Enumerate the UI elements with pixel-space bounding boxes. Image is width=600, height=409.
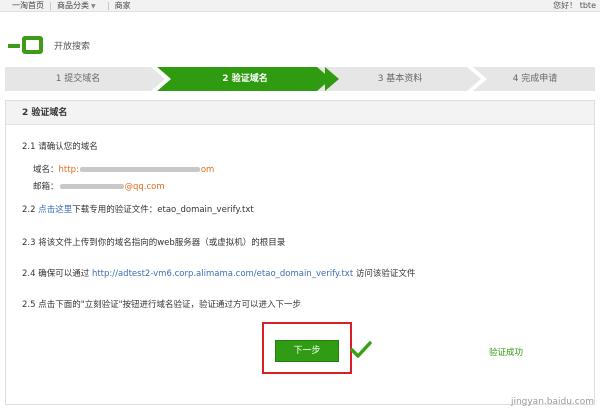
domain-label: 域名： (33, 165, 59, 175)
email-label: 邮箱： (33, 182, 59, 192)
nav-merchant-link[interactable]: 商家 (109, 0, 137, 12)
step-2-1-text: 2.1 请确认您的域名 (22, 142, 98, 152)
email-row: 邮箱： @qq.com (33, 180, 165, 192)
download-here-link[interactable]: 点击这里 (38, 205, 72, 215)
step-2-4-text: 访问该验证文件 (353, 269, 416, 279)
email-suffix: @qq.com (124, 182, 165, 192)
step-2-2-prefix: 2.2 (22, 205, 39, 215)
nav-home-link[interactable]: 一淘首页 (6, 0, 50, 12)
next-step-button[interactable]: 下一步 (275, 340, 339, 362)
domain-suffix: om (200, 165, 215, 175)
step-2-3-text: 2.3 将该文件上传到你的域名指向的web服务器（或虚拟机）的根目录 (22, 238, 286, 248)
verify-file-url-link[interactable]: http://adtest2-vm6.corp.alimama.com/etao… (92, 269, 353, 279)
verify-success-text: 验证成功 (489, 348, 524, 358)
domain-row: 域名：http: om (33, 163, 214, 175)
chevron-down-icon: ▼ (91, 2, 96, 10)
brand-subtitle: 开放搜索 (54, 41, 91, 52)
redacted-email (59, 184, 124, 189)
step-2-2-row: 2.2 点击这里下载专用的验证文件：etao_domain_verify.txt (22, 203, 254, 215)
top-nav: 一淘首页 商品分类 ▼ 商家 (6, 0, 137, 12)
step-progress-bar: 1 提交域名 2 验证域名 3 基本资料 4 完成申请 (5, 67, 595, 91)
checkmark-icon (350, 341, 372, 358)
step-2-4-row: 2.4 确保可以通过 http://adtest2-vm6.corp.alima… (22, 267, 415, 279)
step-arrows (151, 67, 487, 91)
panel-header: 2 验证域名 (6, 101, 594, 125)
step-2-4-prefix: 2.4 确保可以通过 (22, 269, 92, 279)
redacted-domain (79, 167, 200, 172)
nav-category-label: 商品分类 (57, 0, 89, 10)
top-nav-bar: 一淘首页 商品分类 ▼ 商家 您好！ tbte (0, 0, 600, 12)
step-2-2-text: 下载专用的验证文件：etao_domain_verify.txt (72, 205, 254, 215)
user-greeting[interactable]: 您好！ tbte (553, 0, 596, 12)
step-arrow-shape (325, 67, 339, 91)
panel-title: 2 验证域名 (22, 108, 68, 118)
step-arrow-shape (151, 67, 171, 91)
domain-prefix: http: (58, 165, 79, 175)
watermark: jingyan.baidu.com (510, 397, 594, 407)
nav-category-menu[interactable]: 商品分类 ▼ (51, 0, 108, 13)
brand-logo-area: 开放搜索 (8, 35, 90, 55)
step-arrow-shape (467, 67, 487, 91)
step-2-5-text: 2.5 点击下面的"立刻验证"按钮进行域名验证，验证通过方可以进入下一步 (22, 300, 302, 310)
etao-logo-icon[interactable] (8, 35, 44, 55)
